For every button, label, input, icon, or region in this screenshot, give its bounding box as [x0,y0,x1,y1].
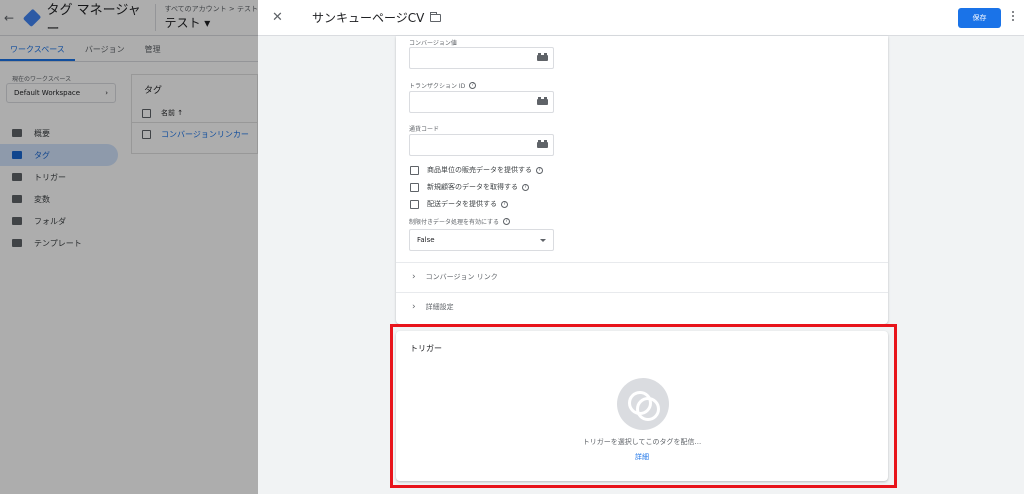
transaction-id-label-row: トランザクション ID ? [409,81,477,90]
close-icon[interactable]: ✕ [272,10,292,25]
tag-configuration-card: コンバージョン値 トランザクション ID ? 通貨コード 商品単位の販売データを… [396,36,888,324]
conversion-value-label: コンバージョン値 [409,40,457,47]
variable-picker-icon[interactable] [537,97,548,105]
folder-icon[interactable] [429,11,442,22]
annotation-highlight-box [390,324,897,488]
transaction-id-input[interactable] [409,91,554,113]
help-icon[interactable]: ? [469,82,477,89]
chevron-right-icon: › [412,301,416,312]
help-icon[interactable]: ? [503,218,511,225]
new-customer-checkbox[interactable] [410,182,419,192]
product-data-checkbox[interactable] [410,165,419,175]
currency-code-label: 通貨コード [409,126,440,133]
restricted-data-select[interactable]: False [409,229,554,251]
checkbox-label: 商品単位の販売データを提供する [427,166,532,174]
more-vert-icon[interactable] [1012,11,1015,23]
checkbox-label: 新規顧客のデータを取得する [427,183,518,191]
product-data-checkbox-row[interactable]: 商品単位の販売データを提供する ? [410,165,543,175]
restricted-data-label-row: 制限付きデータ処理を有効にする ? [409,217,511,226]
shipping-data-checkbox[interactable] [410,199,419,209]
conversion-linking-section[interactable]: › コンバージョン リンク [396,262,888,290]
help-icon[interactable]: ? [501,200,508,208]
editor-header: ✕ サンキューページCV 保存 [258,0,1024,36]
help-icon[interactable]: ? [536,166,543,174]
modal-scrim[interactable] [0,0,258,494]
new-customer-checkbox-row[interactable]: 新規顧客のデータを取得する ? [410,182,529,192]
section-label: 詳細設定 [425,302,454,311]
shipping-data-checkbox-row[interactable]: 配送データを提供する ? [410,199,508,209]
conversion-value-input[interactable] [409,47,554,69]
variable-picker-icon[interactable] [537,140,548,148]
restricted-data-value: False [417,236,435,244]
save-button[interactable]: 保存 [958,8,1001,28]
currency-code-input[interactable] [409,134,554,156]
restricted-data-label: 制限付きデータ処理を有効にする [409,219,500,226]
variable-picker-icon[interactable] [537,53,548,61]
advanced-settings-section[interactable]: › 詳細設定 [396,292,888,320]
transaction-id-label: トランザクション ID [409,83,466,90]
section-label: コンバージョン リンク [425,272,498,281]
chevron-right-icon: › [412,271,416,282]
tag-name-title[interactable]: サンキューページCV [312,9,424,26]
caret-down-icon [540,238,546,242]
help-icon[interactable]: ? [522,183,529,191]
checkbox-label: 配送データを提供する [427,200,497,208]
